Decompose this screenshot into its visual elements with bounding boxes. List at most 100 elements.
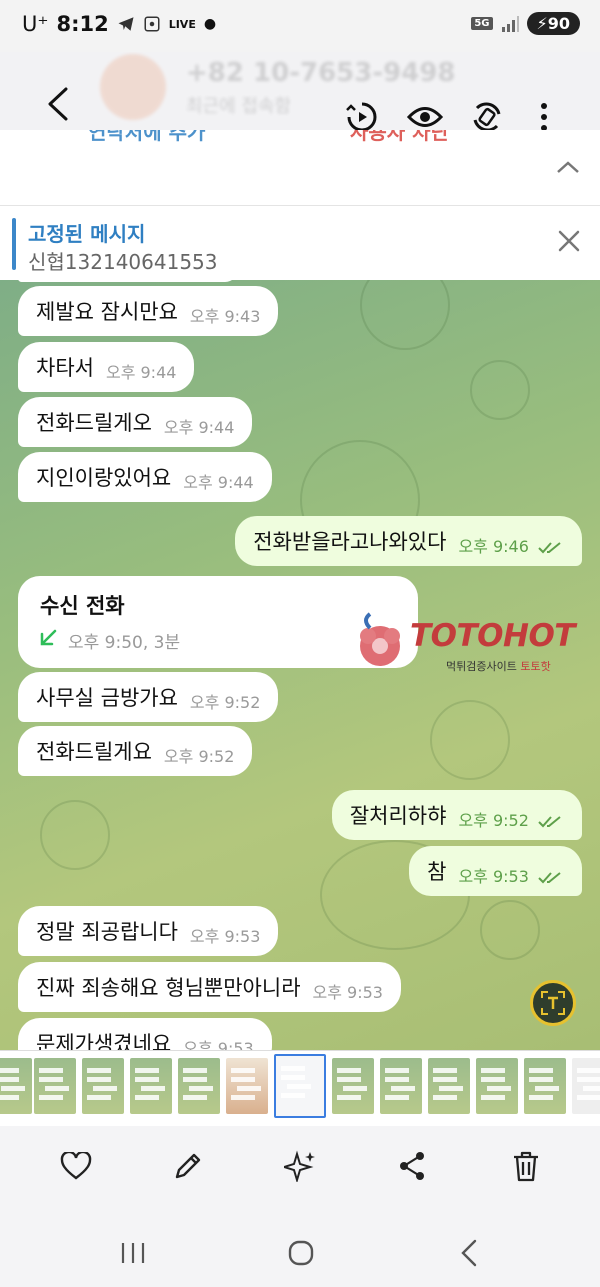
message-meta: 오후 9:53 [458,863,564,887]
gallery-thumbnail[interactable] [0,1058,32,1114]
message-bubble[interactable]: 차타서 오후 9:44 [18,342,195,392]
battery-bolt-icon: ⚡ [536,14,548,33]
gallery-thumbnail[interactable] [130,1058,172,1114]
photo-action-bar [0,1126,600,1216]
contact-action-bar: 연락처에 추가 사용자 차단 [0,130,600,206]
message-bubble[interactable]: 정말 죄공랍니다 오후 9:53 [18,906,279,956]
gallery-thumbnail[interactable] [476,1058,518,1114]
avatar [100,54,166,120]
gallery-thumbnail[interactable] [524,1058,566,1114]
message-bubble[interactable]: 전화드릴게오 오후 9:44 [18,397,253,447]
signal-icon [501,15,519,32]
message-text: 지인이랑있어요 [36,466,172,490]
message-time: 오후 9:52 [163,747,235,766]
gallery-thumbnail-selected[interactable] [274,1054,326,1118]
contact-phone: +82 10-7653-9498 [186,58,456,88]
watermark: TOTOHOT 먹튀검증사이트 토토핫 [352,610,600,680]
close-icon[interactable] [556,228,582,254]
message-time: 오후 9:53 [189,927,261,946]
chevron-up-icon[interactable] [556,160,580,174]
text-extract-button[interactable] [530,980,576,1026]
chat-header: +82 10-7653-9498 최근에 접속함 [0,52,600,130]
watermark-tagline-main: 먹튀검증사이트 [446,660,517,673]
call-details: 오후 9:50, 3분 [68,633,181,653]
status-left: U⁺ 8:12 LIVE ● [22,12,216,36]
heart-icon[interactable] [56,1146,96,1186]
gallery-thumbnail[interactable] [428,1058,470,1114]
double-check-icon [538,871,561,883]
home-icon[interactable] [284,1238,318,1268]
message-bubble-outgoing[interactable]: 참 오후 9:53 [409,846,582,896]
message-bubble[interactable]: 지인이랑있어요 오후 9:44 [18,452,272,502]
pinned-title: 고정된 메시지 [28,222,146,246]
double-check-icon [538,815,561,827]
trash-icon[interactable] [506,1146,546,1186]
message-bubble[interactable]: 전화드릴게요 오후 9:52 [18,726,253,776]
message-time: 오후 9:53 [183,1039,254,1050]
pinned-text: 신협132140641553 [28,250,218,274]
message-meta: 오후 9:46 [458,533,564,557]
last-seen-status: 최근에 접속함 [186,96,292,117]
message-bubble[interactable]: 제발요 잠시만요 오후 9:43 [18,286,279,336]
network-5g-icon: 5G [471,17,493,30]
message-text: 정말 죄공랍니다 [36,920,178,944]
add-contact-button[interactable]: 연락처에 추가 [88,130,205,145]
live-score-icon: LIVE [168,17,196,31]
message-bubble[interactable]: 사무실 금방가요 오후 9:52 [18,672,279,722]
message-text: 문제가생겼네요 [36,1032,172,1050]
message-text: 차타서 [36,356,94,380]
back-icon[interactable] [452,1238,486,1268]
clock: 8:12 [56,12,109,36]
status-bar: U⁺ 8:12 LIVE ● 5G ⚡90 [0,0,600,52]
gallery-filmstrip[interactable] [0,1050,600,1126]
gallery-thumbnail[interactable] [34,1058,76,1114]
pencil-icon[interactable] [168,1146,208,1186]
message-text: 제발요 잠시만요 [36,300,178,324]
message-bubble[interactable]: 문제가생겼네요 오후 9:53 [18,1018,272,1050]
recents-icon[interactable] [116,1238,150,1268]
doodle-shape [40,800,110,870]
message-text: 전화드릴게오 [36,411,152,435]
gallery-thumbnail-photo[interactable] [226,1058,268,1114]
screenshot-icon [144,16,160,32]
message-time: 오후 9:44 [105,363,177,382]
message-bubble-outgoing[interactable]: 잘처리하햐 오후 9:52 [331,790,582,840]
watermark-tagline-red: 토토핫 [520,660,551,673]
pinned-indicator [12,218,16,270]
gallery-thumbnail[interactable] [82,1058,124,1114]
incoming-arrow-icon [40,629,57,646]
message-bubble-partial[interactable] [18,280,238,282]
block-user-button[interactable]: 사용자 차단 [350,130,449,145]
battery-indicator: ⚡90 [526,12,580,35]
message-text: 진짜 죄송해요 형님뿐만아니라 [36,976,301,1000]
message-time: 오후 9:52 [458,811,529,830]
battery-level: 90 [547,14,570,33]
message-text: 참 [427,860,447,884]
message-time: 오후 9:44 [163,418,235,437]
telegram-icon [118,17,134,31]
chat-area[interactable]: 제발요 잠시만요 오후 9:43 차타서 오후 9:44 전화드릴게오 오후 9… [0,280,600,1050]
message-time: 오후 9:46 [458,537,529,556]
message-bubble[interactable]: 진짜 죄송해요 형님뿐만아니라 오후 9:53 [18,962,401,1012]
message-meta: 오후 9:52 [458,807,564,831]
watermark-brand: TOTOHOT [410,618,575,654]
gallery-thumbnail[interactable] [178,1058,220,1114]
system-nav-bar [0,1216,600,1287]
gallery-thumbnail[interactable] [572,1058,600,1114]
message-text: 전화드릴게요 [36,740,152,764]
back-arrow-icon[interactable] [38,84,78,124]
doodle-shape [470,360,530,420]
sparkle-icon[interactable] [280,1146,320,1186]
pinned-message-bar[interactable]: 고정된 메시지 신협132140641553 [0,206,600,280]
gallery-thumbnail[interactable] [332,1058,374,1114]
doodle-shape [360,280,450,350]
share-icon[interactable] [392,1146,432,1186]
dot-icon: ● [203,16,217,32]
message-bubble-outgoing[interactable]: 전화받을라고나와있다 오후 9:46 [235,516,582,566]
status-right: 5G ⚡90 [471,12,580,35]
message-time: 오후 9:44 [183,473,254,492]
message-time: 오후 9:43 [189,307,261,326]
text-extract-icon [541,991,565,1015]
gallery-thumbnail[interactable] [380,1058,422,1114]
call-title: 수신 전화 [40,594,125,618]
